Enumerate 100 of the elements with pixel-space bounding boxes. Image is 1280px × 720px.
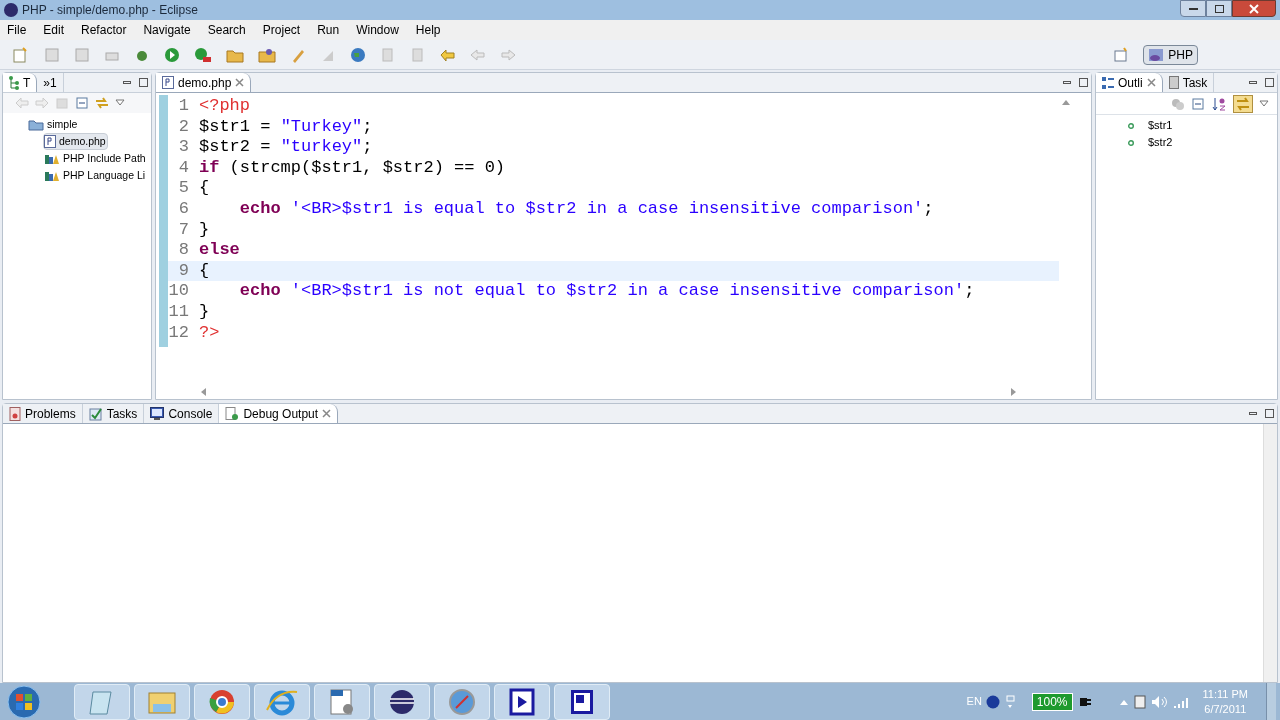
line-number: 1 [177,96,189,117]
collapse-all-icon[interactable] [75,97,89,109]
menu-item[interactable]: Run [314,21,343,39]
taskbar-button[interactable] [374,683,430,720]
code-line: 7 } [168,219,1059,241]
close-icon[interactable] [235,78,245,87]
run-stop-icon[interactable] [194,46,212,63]
library-icon [44,152,60,165]
folder-icon [28,118,44,131]
close-icon[interactable] [1146,78,1156,87]
menu-item[interactable]: File [4,21,30,39]
outline-icon [1102,76,1114,89]
code-line: 6 echo '<BR>$str1 is equal to $str2 in a case insensitive comparison'; [168,198,1059,220]
scroll-left-icon[interactable] [200,388,206,396]
debug-output-icon [225,406,240,421]
maximize-icon[interactable] [1265,409,1274,418]
menu-item[interactable]: Refactor [78,21,130,39]
tree-item[interactable]: PHP Language Li [43,167,148,184]
maximize-icon[interactable] [1079,78,1088,87]
minimize-icon[interactable] [123,81,131,84]
field-icon [1128,122,1134,129]
perspective-button[interactable]: PHP [1143,44,1198,65]
minimize-icon[interactable] [1063,81,1071,84]
field-icon [1128,139,1134,146]
hide-fields-icon[interactable] [1171,96,1185,111]
minimize-icon[interactable] [1249,412,1257,415]
tab[interactable]: T [3,73,38,92]
close-icon [1249,3,1259,14]
line-number: 2 [177,116,189,138]
code-line: 4 if (strcmp($str1, $str2) == 0) [168,157,1059,179]
menu-item[interactable]: Search [204,21,249,39]
sort-icon[interactable] [1211,95,1227,112]
tree-item[interactable]: PHP Include Path [43,150,148,167]
taskbar-button[interactable] [494,683,550,720]
php-file-icon [162,76,174,89]
window-title: PHP - simple/demo.php - Eclipse [22,2,198,19]
line-number: 3 [177,137,189,158]
collapse-all-icon[interactable] [1191,96,1205,111]
line-number: 4 [177,157,189,179]
menu-item[interactable]: Navigate [140,21,194,39]
tab[interactable]: Outli [1096,73,1163,92]
tab[interactable]: Debug Output [219,404,339,423]
code-line: 5 { [168,178,1059,199]
globe-icon[interactable] [350,46,366,63]
save-all-icon[interactable] [74,46,90,63]
line-number: 11 [168,301,189,323]
maximize-button[interactable] [1206,0,1232,17]
task-list-icon [1168,76,1179,89]
link-editor-icon[interactable] [1233,94,1253,113]
line-number: 12 [168,322,189,344]
maximize-icon[interactable] [139,78,148,87]
code-line: 2 $str1 = "Turkey"; [168,116,1059,138]
code-line: 11 } [168,301,211,323]
php-file-icon [44,135,56,148]
eclipse-icon [4,3,18,17]
line-number: 8 [177,240,189,261]
tree-item[interactable]: demo.php [43,133,108,150]
library-icon [44,169,60,182]
speaker-icon[interactable] [1150,694,1169,709]
battery-meter[interactable]: 100% [1031,692,1073,711]
problems-icon [9,406,21,421]
start-button[interactable] [4,683,44,720]
menu-item[interactable]: Help [412,21,444,39]
line-number: 7 [177,219,189,241]
menu-item[interactable]: Window [353,21,402,39]
code-line: 8 else [168,240,1059,261]
minimize-button[interactable] [1180,0,1206,17]
view-menu-icon[interactable] [1259,99,1269,108]
code-line: 10 echo '<BR>$str1 is not equal to $str2 in a case insensitive comparison'; [168,281,976,302]
link-editor-icon[interactable] [95,97,109,109]
line-number: 5 [177,178,189,199]
tab[interactable]: demo.php [156,73,252,92]
line-number: 6 [177,198,189,220]
show-desktop-button[interactable] [1266,683,1276,720]
code-line: 1 <?php [168,96,1059,117]
menu-item[interactable]: Edit [40,21,68,39]
taskbar-button[interactable] [554,683,610,720]
menu-item[interactable]: Project [259,21,304,39]
tasks-icon [88,406,103,421]
help-icon[interactable] [985,694,1000,709]
close-button[interactable] [1232,0,1276,17]
outline-item[interactable]: $str2 [1148,134,1173,151]
minimize-icon[interactable] [1249,81,1257,84]
line-number: 10 [168,281,189,302]
save-icon[interactable] [44,46,60,63]
line-number: 9 [177,260,189,282]
scroll-up-icon[interactable] [1062,99,1070,105]
network-plug-icon[interactable] [1132,693,1147,710]
view-menu-icon[interactable] [115,99,125,107]
run-icon[interactable] [164,46,180,63]
scroll-right-icon[interactable] [1011,388,1017,396]
open-perspective-icon[interactable] [1113,46,1130,63]
outline-item[interactable]: $str1 [1148,117,1173,134]
hierarchy-icon [9,75,19,90]
taskbar-button[interactable] [314,683,370,720]
maximize-icon[interactable] [1265,78,1274,87]
tree-item[interactable]: simple [27,116,80,133]
console-icon [150,407,165,420]
close-icon[interactable] [322,409,332,418]
open-project-icon[interactable] [258,46,276,63]
